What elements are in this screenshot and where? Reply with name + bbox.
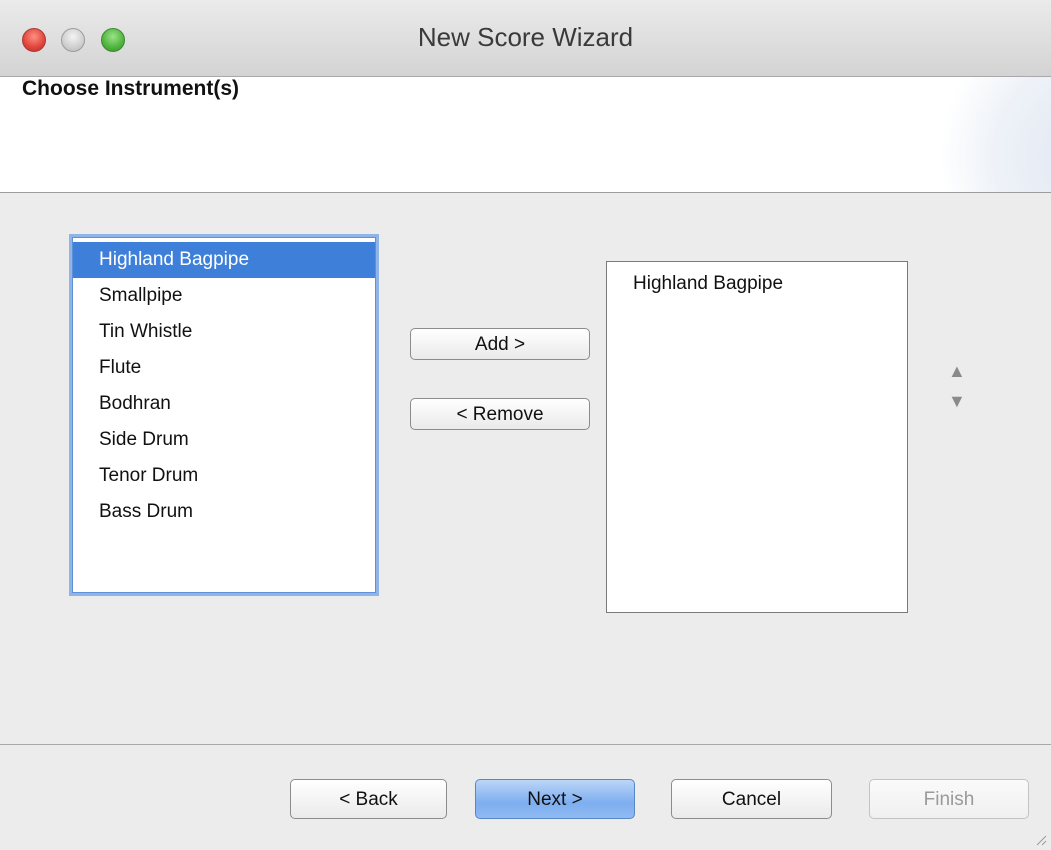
window-title: New Score Wizard	[417, 22, 634, 52]
remove-button[interactable]: < Remove	[410, 398, 590, 430]
page-title: Choose Instrument(s)	[22, 77, 240, 100]
list-item[interactable]: Tenor Drum	[73, 458, 375, 494]
title-bar[interactable]: New Score Wizard	[0, 0, 1051, 77]
resize-grip-icon[interactable]	[1033, 832, 1047, 846]
footer-divider	[0, 744, 1051, 745]
banner-decoration	[911, 77, 1051, 192]
triangle-down-icon[interactable]: ▼	[948, 392, 966, 410]
list-item[interactable]: Bodhran	[73, 386, 375, 422]
add-button[interactable]: Add >	[410, 328, 590, 360]
cancel-button[interactable]: Cancel	[671, 779, 832, 819]
list-item[interactable]: Smallpipe	[73, 278, 375, 314]
finish-button: Finish	[869, 779, 1029, 819]
selected-instruments-list[interactable]: Highland Bagpipe	[606, 261, 908, 613]
next-button[interactable]: Next >	[475, 779, 635, 819]
list-item[interactable]: Highland Bagpipe	[607, 266, 907, 302]
list-item[interactable]: Side Drum	[73, 422, 375, 458]
wizard-header-banner: Choose Instrument(s)	[0, 77, 1051, 193]
list-item[interactable]: Tin Whistle	[73, 314, 375, 350]
triangle-up-icon[interactable]: ▲	[948, 362, 966, 380]
available-instruments-list[interactable]: Highland Bagpipe Smallpipe Tin Whistle Flut…	[72, 237, 376, 593]
list-item[interactable]: Highland Bagpipe	[73, 242, 375, 278]
list-item[interactable]: Flute	[73, 350, 375, 386]
back-button[interactable]: < Back	[290, 779, 447, 819]
new-score-wizard-window: New Score Wizard Choose Instrument(s) Hi…	[0, 0, 1051, 850]
list-item[interactable]: Bass Drum	[73, 494, 375, 530]
